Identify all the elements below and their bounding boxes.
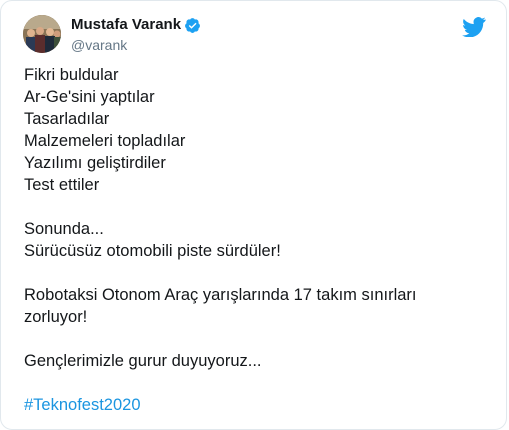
verified-badge-icon: [184, 17, 201, 34]
tweet-line: Gençlerimizle gurur duyuyoruz...: [24, 352, 262, 370]
tweet-line: Test ettiler: [24, 176, 100, 194]
tweet-card[interactable]: Mustafa Varank @varank Fikri buldular Ar…: [0, 0, 507, 430]
author-handle[interactable]: @varank: [71, 36, 201, 54]
tweet-header: Mustafa Varank @varank: [23, 13, 486, 61]
avatar-photo: [23, 15, 61, 53]
tweet-text: Fikri buldular Ar-Ge'sini yaptılar Tasar…: [24, 64, 486, 416]
avatar[interactable]: [23, 15, 61, 53]
tweet-line: Robotaksi Otonom Araç yarışlarında 17 ta…: [24, 286, 417, 304]
tweet-line: zorluyor!: [24, 308, 88, 326]
author-info: Mustafa Varank @varank: [71, 15, 201, 54]
tweet-line: Sonunda...: [24, 220, 104, 238]
tweet-line: Fikri buldular: [24, 66, 119, 84]
tweet-line: Malzemeleri topladılar: [24, 132, 186, 150]
tweet-line: Tasarladılar: [24, 110, 110, 128]
tweet-line: Yazılımı geliştirdiler: [24, 154, 166, 172]
author-display-name[interactable]: Mustafa Varank: [71, 15, 181, 35]
tweet-line: Ar-Ge'sini yaptılar: [24, 88, 155, 106]
tweet-line: Sürücüsüz otomobili piste sürdüler!: [24, 242, 281, 260]
hashtag-link[interactable]: #Teknofest2020: [24, 394, 141, 416]
twitter-bird-icon[interactable]: [462, 17, 486, 38]
